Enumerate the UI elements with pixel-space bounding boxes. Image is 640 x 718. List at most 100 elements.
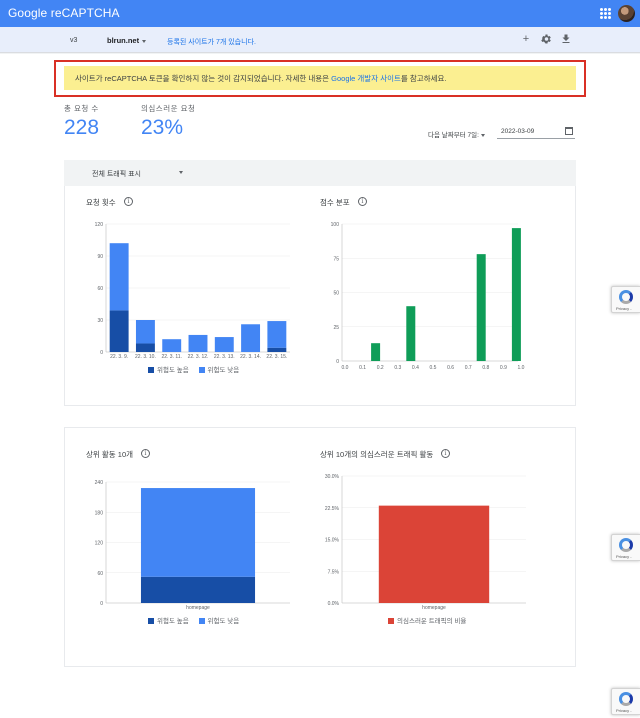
app-title[interactable]: Google reCAPTCHA [8, 6, 120, 20]
apps-grid-icon[interactable] [600, 8, 611, 19]
recaptcha-logo [619, 692, 633, 706]
x-tick-label: 0.0 [342, 365, 349, 371]
legend-label: 위험도 낮음 [207, 618, 240, 625]
x-tick-label: 0.5 [430, 365, 437, 371]
chevron-down-icon [480, 133, 485, 137]
info-icon[interactable]: i [124, 197, 133, 206]
legend-label: 위험도 낮음 [207, 367, 240, 374]
site-selector[interactable]: blrun.net [107, 36, 147, 45]
suspicious-activities-legend: 의심스러운 트래픽의 비율 [388, 615, 474, 625]
requests-chart-legend: 위험도 높음 위험도 낮음 [148, 364, 247, 374]
recaptcha-badge[interactable]: Privacy - [611, 688, 640, 715]
suspicious-activities-chart-title: 상위 10개의 의심스러운 트래픽 활동 [320, 450, 434, 459]
info-icon[interactable]: i [141, 449, 150, 458]
date-value: 2022-03-09 [501, 128, 535, 135]
y-tick-label: 180 [95, 510, 104, 516]
bar [406, 306, 416, 361]
info-icon[interactable]: i [358, 197, 367, 206]
calendar-icon[interactable] [565, 127, 573, 135]
bar [214, 337, 234, 352]
suspicious-requests-value: 23% [141, 116, 184, 139]
bar [267, 347, 287, 352]
date-range-selector[interactable]: 다음 날짜부터 7일: [428, 129, 485, 139]
requests-chart: 0 30 60 90 120 22. 3. 9. 22. 3. 10. 22. 3. 11. 2… [95, 222, 290, 360]
alert-text-before: 사이트가 reCAPTCHA 토큰을 확인하지 않는 것이 감지되었습니다. 자… [75, 74, 332, 83]
y-tick-label: 0 [100, 350, 103, 356]
privacy-link[interactable]: Privacy - [616, 554, 632, 559]
bar [188, 334, 208, 352]
y-tick-label: 0 [100, 601, 103, 607]
bar [135, 320, 155, 344]
bar [109, 310, 129, 352]
x-tick-label: 0.2 [377, 365, 384, 371]
x-tick-label: 22. 3. 11. [161, 354, 181, 360]
y-tick-label: 75 [333, 256, 339, 262]
x-tick-label: 22. 3. 15. [266, 354, 287, 360]
traffic-filter-dropdown[interactable]: 전체 트래픽 표시 [64, 160, 576, 186]
y-tick-label: 90 [97, 254, 103, 260]
user-avatar[interactable] [618, 5, 635, 22]
bar [140, 488, 256, 577]
legend-item-low-risk: 위험도 낮음 [198, 618, 240, 625]
y-tick-label: 30.0% [325, 474, 340, 480]
requests-chart-title: 요청 횟수 [86, 198, 116, 207]
top-activities-legend: 위험도 높음 위험도 낮음 [148, 615, 247, 625]
version-label: v3 [70, 37, 78, 44]
y-tick-label: 0.0% [328, 601, 340, 607]
privacy-link[interactable]: Privacy - [616, 708, 632, 713]
legend-item-high-risk: 위험도 높음 [148, 367, 189, 374]
legend-swatch [388, 618, 394, 624]
privacy-link[interactable]: Privacy - [616, 306, 632, 311]
legend-label: 의심스러운 트래픽의 비율 [397, 618, 467, 625]
app-header: Google reCAPTCHA [0, 0, 640, 27]
developer-site-link[interactable]: Google 개발자 사이트 [331, 74, 401, 83]
legend-label: 위험도 높음 [157, 618, 189, 625]
x-tick-label: 0.4 [412, 365, 419, 371]
chevron-down-icon [142, 39, 147, 43]
y-tick-label: 30 [97, 318, 103, 324]
legend-swatch [198, 618, 205, 624]
suspicious-requests-label: 의심스러운 요청 [141, 104, 196, 113]
top-activities-chart-title: 상위 활동 10개 [86, 450, 134, 459]
bar [476, 254, 486, 361]
recaptcha-badge[interactable]: Privacy - [611, 286, 640, 313]
total-requests-label: 총 요청 수 [64, 104, 99, 113]
y-tick-label: 15.0% [325, 538, 340, 544]
recaptcha-badge[interactable]: Privacy - [611, 534, 640, 561]
recaptcha-logo [619, 290, 633, 304]
x-tick-label: 1.0 [518, 365, 525, 371]
legend-label: 위험도 높음 [157, 367, 189, 374]
bar [140, 576, 256, 603]
y-tick-label: 60 [97, 286, 103, 292]
y-tick-label: 100 [331, 222, 340, 228]
info-icon[interactable]: i [441, 449, 450, 458]
y-tick-label: 7.5% [328, 569, 340, 575]
total-requests-value: 228 [64, 116, 100, 139]
registered-sites-link[interactable]: 등록된 사이트가 7개 있습니다. [167, 37, 256, 47]
recaptcha-logo [619, 538, 633, 552]
traffic-filter-label: 전체 트래픽 표시 [92, 171, 141, 178]
download-icon[interactable] [560, 33, 572, 45]
y-tick-label: 120 [95, 541, 104, 547]
date-input[interactable]: 2022-03-09 [497, 125, 575, 139]
add-icon[interactable]: + [520, 33, 532, 45]
legend-swatch [148, 618, 154, 624]
bar [267, 321, 287, 348]
y-tick-label: 0 [336, 359, 339, 365]
chevron-down-icon [179, 171, 183, 174]
site-name: blrun.net [107, 36, 140, 45]
bar [241, 324, 261, 352]
bar [371, 343, 381, 361]
x-tick-label: homepage [422, 605, 446, 610]
y-tick-label: 50 [333, 291, 339, 297]
x-tick-label: 22. 3. 14. [240, 354, 261, 360]
date-range-label: 다음 날짜부터 7일: [428, 132, 479, 139]
y-tick-label: 120 [95, 222, 104, 228]
legend-swatch [198, 367, 205, 373]
bar [135, 343, 155, 352]
settings-icon[interactable] [540, 33, 552, 45]
top-activities-chart: 0 60 120 180 240 homepage [95, 480, 290, 610]
site-toolbar: v3 blrun.net 등록된 사이트가 7개 있습니다. + [0, 27, 640, 53]
x-tick-label: 22. 3. 12. [188, 354, 209, 360]
legend-item-suspicious: 의심스러운 트래픽의 비율 [388, 618, 466, 625]
